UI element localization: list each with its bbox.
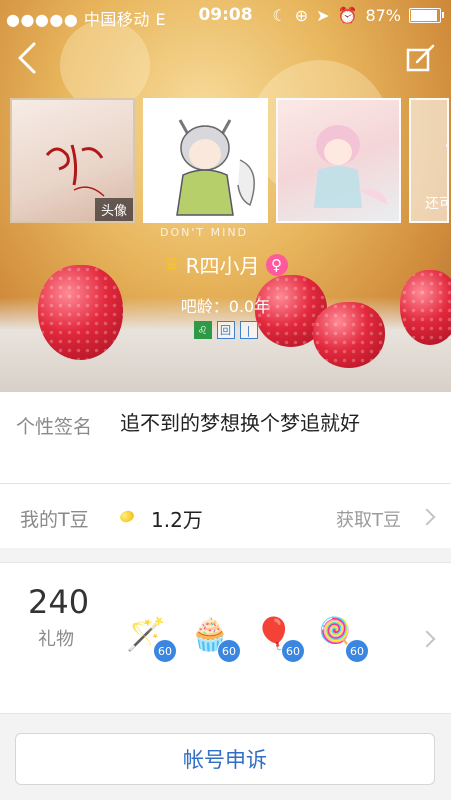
signature-value: 追不到的梦想换个梦追就好 bbox=[120, 411, 360, 435]
more-photos-label: 还可 bbox=[425, 196, 447, 212]
gift-quantity-badge: 60 bbox=[345, 639, 369, 663]
gift-label: 礼物 bbox=[38, 629, 74, 650]
crown-icon: ♛ bbox=[163, 254, 180, 275]
more-dot bbox=[446, 144, 447, 147]
tdou-amount: 1.2万 bbox=[151, 508, 203, 532]
gifts-row[interactable]: 240 礼物 🪄 60 🧁 60 🎈 60 🍭 60 bbox=[0, 562, 451, 714]
zodiac-leo-icon: ♌ bbox=[193, 321, 212, 339]
tdou-row[interactable]: 我的T豆 1.2万 获取T豆 bbox=[0, 484, 451, 548]
account-appeal-button[interactable]: 帐号申诉 bbox=[15, 733, 435, 785]
gift-quantity-badge: 60 bbox=[153, 639, 177, 663]
tag-icons: ♌ 回 | bbox=[0, 321, 451, 339]
alarm-icon: ⏰ bbox=[337, 6, 358, 25]
tdou-coin-icon bbox=[118, 508, 136, 525]
female-icon: ♀ bbox=[265, 253, 288, 276]
gift-quantity-badge: 60 bbox=[217, 639, 241, 663]
edit-icon bbox=[406, 44, 435, 72]
anime-character-image bbox=[314, 125, 388, 208]
battery-percent: 87% bbox=[365, 6, 401, 25]
chevron-right-icon bbox=[418, 508, 436, 526]
avatar-badge: 头像 bbox=[94, 198, 133, 221]
moon-icon: ☾ bbox=[272, 6, 287, 25]
username: R四小月 bbox=[185, 254, 260, 278]
back-button[interactable] bbox=[12, 38, 46, 78]
more-photos-tile[interactable]: 还可 bbox=[409, 98, 449, 223]
balloons-icon: 🎈 60 bbox=[252, 611, 305, 663]
profile-photo[interactable] bbox=[276, 98, 401, 223]
cupcake-icon: 🧁 60 bbox=[188, 611, 241, 663]
chevron-right-icon bbox=[418, 630, 436, 648]
bokeh-light bbox=[60, 20, 150, 110]
profile-photo[interactable] bbox=[143, 98, 268, 223]
username-line: ♛ R四小月 ♀ bbox=[0, 250, 451, 279]
get-tdou-link[interactable]: 获取T豆 bbox=[336, 506, 401, 532]
lock-rotation-icon: ⊕ bbox=[294, 6, 309, 25]
battery-icon bbox=[409, 8, 444, 23]
signature-row: 个性签名 追不到的梦想换个梦追就好 bbox=[0, 392, 451, 484]
gift-quantity-badge: 60 bbox=[281, 639, 305, 663]
lollipop-icon: 🍭 60 bbox=[316, 611, 369, 663]
edit-profile-button[interactable] bbox=[403, 40, 437, 76]
status-right: ☾ ⊕ ➤ ⏰ 87% bbox=[272, 6, 444, 25]
member-badge-icon: | bbox=[239, 321, 258, 339]
gift-count: 240 bbox=[28, 583, 90, 621]
tdou-label: 我的T豆 bbox=[20, 509, 89, 531]
anime-character-image bbox=[176, 119, 255, 216]
photo-strip[interactable]: 头像 还可 bbox=[10, 98, 449, 228]
ba-age: 吧龄：0.0年 bbox=[180, 297, 271, 316]
back-arrow-icon bbox=[18, 42, 36, 74]
magic-wand-icon: 🪄 60 bbox=[124, 611, 177, 663]
signature-label: 个性签名 bbox=[16, 416, 93, 438]
level-badge-icon: 回 bbox=[216, 321, 235, 339]
location-icon: ➤ bbox=[316, 6, 330, 25]
status-bar: ●●●●● 中国移动 E 09:08 ☾ ⊕ ➤ ⏰ 87% bbox=[0, 0, 451, 30]
gift-list: 🪄 60 🧁 60 🎈 60 🍭 60 bbox=[124, 611, 369, 663]
photo-caption: DON'T MIND bbox=[160, 226, 249, 239]
avatar-photo[interactable]: 头像 bbox=[10, 98, 135, 223]
